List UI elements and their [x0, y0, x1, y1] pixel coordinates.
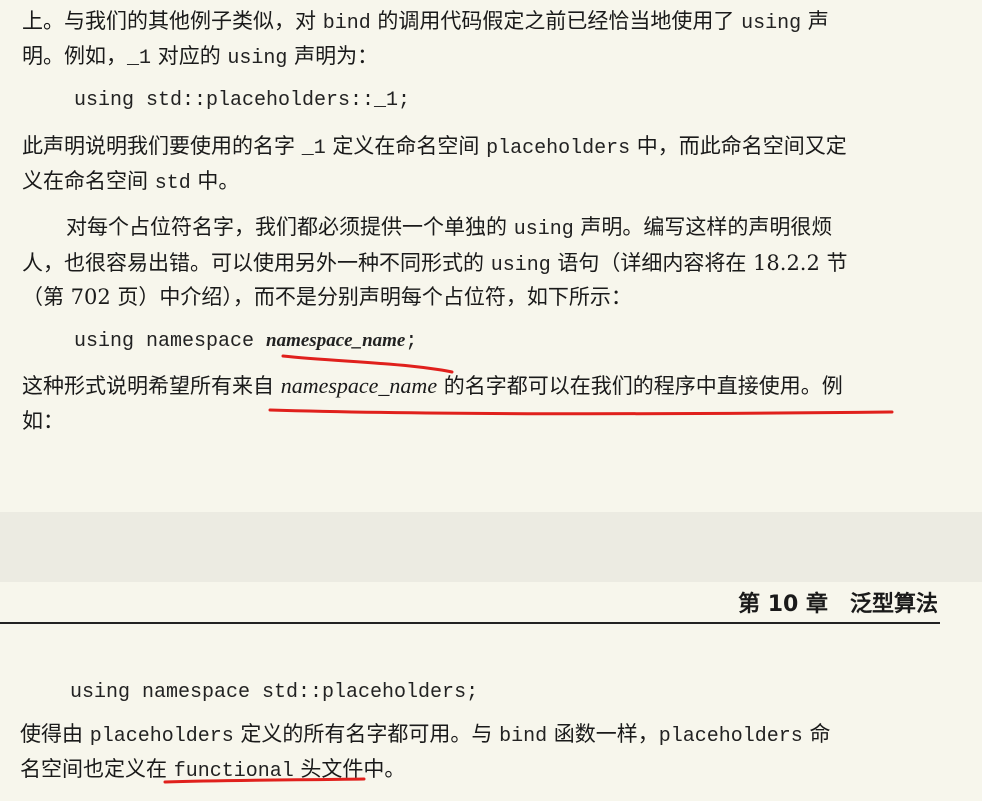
code-using: using	[227, 47, 288, 70]
paragraph-1-line-2: 明。例如，_1 对应的 using 声明为：	[22, 41, 378, 74]
paragraph-5-line-2: 名空间也定义在 functional 头文件中。	[20, 754, 405, 787]
code-using: using	[741, 12, 802, 35]
text: 对应的	[151, 44, 228, 68]
code-std: std	[154, 172, 191, 195]
chapter-header: 第 10 章 泛型算法	[738, 592, 938, 617]
paragraph-2-line-2: 义在命名空间 std 中。	[22, 166, 239, 199]
text: 这种形式说明希望所有来自	[22, 374, 281, 398]
paragraph-1-line-1: 上。与我们的其他例子类似，对 bind 的调用代码假定之前已经恰当地使用了 us…	[22, 6, 829, 39]
paragraph-3-line-1: 对每个占位符名字，我们都必须提供一个单独的 using 声明。编写这样的声明很烦	[66, 212, 832, 245]
text: 中。	[190, 169, 240, 193]
code-bind: bind	[499, 725, 548, 748]
text: 声明。编写这样的声明很烦	[573, 215, 833, 239]
code-placeholders: placeholders	[486, 137, 631, 160]
code-block-2: using namespace namespace_name;	[74, 326, 417, 357]
code-placeholder: _1	[127, 47, 152, 70]
namespace-name-italic: namespace_name	[280, 373, 438, 398]
code-using: using	[490, 254, 551, 277]
page-bottom: 第 10 章 泛型算法 using namespace std::placeho…	[0, 582, 982, 801]
header-rule	[0, 622, 940, 624]
code-placeholder: _1	[301, 137, 326, 160]
code-using: using	[513, 218, 574, 241]
text: 人，也很容易出错。可以使用另外一种不同形式的	[22, 251, 491, 275]
page-gap	[0, 512, 982, 582]
text: 此声明说明我们要使用的名字	[22, 134, 302, 158]
text: 定义的所有名字都可用。与	[233, 722, 500, 746]
text: 命	[802, 722, 831, 746]
text: 声明为：	[287, 44, 379, 68]
page-top: 上。与我们的其他例子类似，对 bind 的调用代码假定之前已经恰当地使用了 us…	[0, 0, 982, 512]
code-functional: functional	[173, 760, 294, 783]
text: 函数一样，	[547, 722, 659, 746]
text: 头文件中。	[293, 757, 406, 781]
text: 语句（详细内容将在 18.2.2 节	[550, 251, 848, 275]
code-block-3: using namespace std::placeholders;	[70, 681, 479, 704]
text: 的名字都可以在我们的程序中直接使用。例	[437, 374, 843, 398]
text: 名空间也定义在	[20, 757, 174, 781]
code-namespace-name: namespace_name	[266, 330, 406, 351]
paragraph-3-line-3: （第 702 页）中介绍），而不是分别声明每个占位符，如下所示：	[22, 285, 632, 309]
text: 定义在命名空间	[325, 134, 487, 158]
paragraph-3-line-2: 人，也很容易出错。可以使用另外一种不同形式的 using 语句（详细内容将在 1…	[22, 248, 848, 281]
code-block-1: using std::placeholders::_1;	[74, 89, 411, 112]
code-placeholders: placeholders	[658, 725, 803, 748]
text: 中，而此命名空间又定	[630, 134, 847, 158]
code-text: ;	[405, 330, 418, 353]
text: 上。与我们的其他例子类似，对	[22, 9, 323, 33]
code-text: using namespace	[74, 330, 267, 353]
text: 义在命名空间	[22, 169, 155, 193]
text: 明。例如，	[22, 44, 127, 68]
paragraph-4-line-1: 这种形式说明希望所有来自 namespace_name 的名字都可以在我们的程序…	[22, 371, 843, 401]
text: 使得由	[20, 722, 90, 746]
text: 对每个占位符名字，我们都必须提供一个单独的	[66, 215, 514, 239]
text: 的调用代码假定之前已经恰当地使用了	[370, 9, 742, 33]
paragraph-2-line-1: 此声明说明我们要使用的名字 _1 定义在命名空间 placeholders 中，…	[22, 131, 847, 164]
paragraph-5-line-1: 使得由 placeholders 定义的所有名字都可用。与 bind 函数一样，…	[20, 719, 831, 752]
text: 声	[801, 9, 829, 33]
paragraph-4-line-2: 如：	[22, 409, 64, 433]
code-bind: bind	[322, 12, 371, 35]
code-placeholders: placeholders	[89, 725, 234, 748]
